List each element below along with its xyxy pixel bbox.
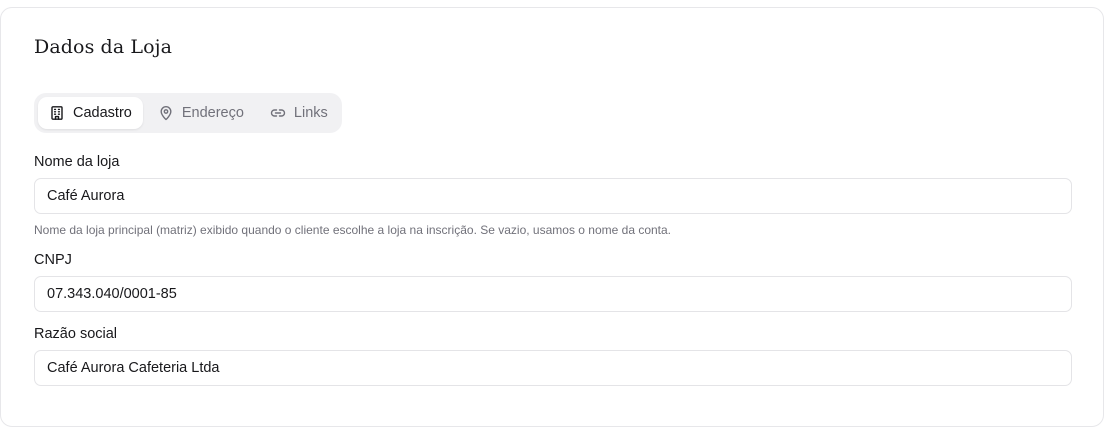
tab-endereco-label: Endereço bbox=[181, 105, 244, 121]
map-pin-icon bbox=[158, 105, 174, 121]
tab-cadastro-label: Cadastro bbox=[73, 105, 132, 121]
legal-name-input[interactable] bbox=[34, 350, 1072, 386]
legal-name-label: Razão social bbox=[34, 326, 118, 342]
cnpj-label: CNPJ bbox=[34, 252, 72, 268]
building-icon bbox=[49, 105, 65, 121]
link-icon bbox=[270, 105, 286, 121]
cnpj-input[interactable] bbox=[34, 276, 1072, 312]
store-name-label: Nome da loja bbox=[34, 154, 120, 170]
tab-endereco[interactable]: Endereço bbox=[147, 97, 255, 129]
store-name-input[interactable] bbox=[34, 178, 1072, 214]
store-name-help-text: Nome da loja principal (matriz) exibido … bbox=[34, 223, 672, 237]
tab-cadastro[interactable]: Cadastro bbox=[38, 97, 143, 129]
tab-links[interactable]: Links bbox=[259, 97, 339, 129]
tab-bar: Cadastro Endereço Links bbox=[34, 93, 342, 133]
store-data-card: Dados da Loja Cadastro Endereço Links No… bbox=[0, 7, 1104, 427]
card-title: Dados da Loja bbox=[34, 36, 173, 58]
tab-links-label: Links bbox=[293, 105, 328, 121]
